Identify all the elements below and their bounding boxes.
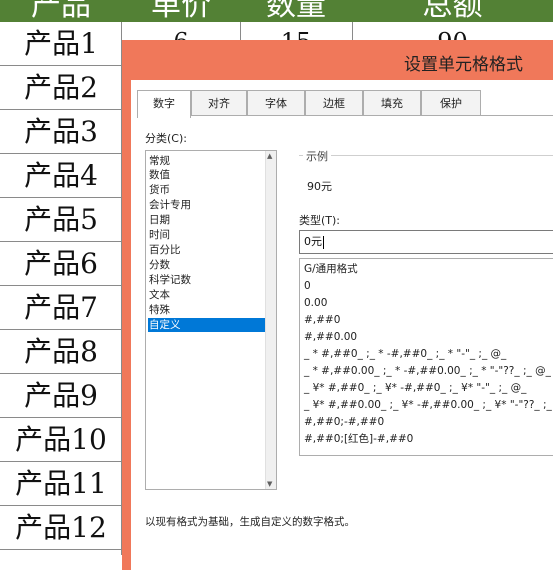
dialog-body: 数字 对齐 字体 边框 填充 保护 分类(C): 常规 数值 货币 会计专用 日… — [131, 80, 553, 570]
tab-border[interactable]: 边框 — [305, 90, 363, 116]
format-item[interactable]: #,##0;[红色]-#,##0 — [304, 431, 413, 447]
product-cell[interactable]: 产品1 — [0, 22, 122, 65]
scroll-up-icon[interactable]: ▲ — [267, 152, 272, 160]
format-cells-dialog: 设置单元格格式 数字 对齐 字体 边框 填充 保护 分类(C): 常规 数值 货… — [122, 40, 553, 570]
category-item-selected[interactable]: 自定义 — [148, 318, 267, 332]
product-cell[interactable]: 产品11 — [0, 462, 122, 505]
format-item[interactable]: #,##0;-#,##0 — [304, 414, 384, 430]
tab-protection[interactable]: 保护 — [421, 90, 481, 116]
header-total[interactable]: 总额 — [352, 0, 553, 22]
category-item[interactable]: 分数 — [148, 258, 267, 272]
type-label: 类型(T): — [299, 214, 341, 227]
product-cell[interactable]: 产品9 — [0, 374, 122, 417]
format-item[interactable]: 0.00 — [304, 295, 327, 311]
sample-value: 90元 — [307, 180, 332, 193]
format-item[interactable]: _ * #,##0_ ;_ * -#,##0_ ;_ * "-"_ ;_ @_ — [304, 346, 506, 362]
scroll-down-icon[interactable]: ▼ — [267, 480, 272, 488]
tab-alignment[interactable]: 对齐 — [191, 90, 247, 116]
product-cell[interactable]: 产品12 — [0, 506, 122, 549]
format-list[interactable]: G/通用格式 0 0.00 #,##0 #,##0.00 _ * #,##0_ … — [299, 258, 553, 456]
category-item[interactable]: 文本 — [148, 288, 267, 302]
category-item[interactable]: 数值 — [148, 168, 267, 182]
product-cell[interactable]: 产品6 — [0, 242, 122, 285]
format-item[interactable]: #,##0.00 — [304, 329, 357, 345]
category-list[interactable]: 常规 数值 货币 会计专用 日期 时间 百分比 分数 科学记数 文本 特殊 自定… — [145, 150, 277, 490]
category-scrollbar[interactable]: ▲ ▼ — [265, 151, 276, 489]
format-item[interactable]: _ * #,##0.00_ ;_ * -#,##0.00_ ;_ * "-"??… — [304, 363, 551, 379]
format-description: 以现有格式为基础，生成自定义的数字格式。 — [145, 516, 355, 528]
product-cell[interactable]: 产品8 — [0, 330, 122, 373]
text-caret — [323, 235, 324, 249]
format-item[interactable]: _ ¥* #,##0.00_ ;_ ¥* -#,##0.00_ ;_ ¥* "-… — [304, 397, 553, 413]
header-row: 产品 单价 数量 总额 — [0, 0, 553, 22]
category-item[interactable]: 时间 — [148, 228, 267, 242]
tab-number[interactable]: 数字 — [137, 90, 191, 118]
tab-fill[interactable]: 填充 — [363, 90, 421, 116]
product-cell[interactable]: 产品4 — [0, 154, 122, 197]
category-item[interactable]: 特殊 — [148, 303, 267, 317]
type-input-value: 0元 — [304, 235, 322, 248]
dialog-title: 设置单元格格式 — [404, 55, 523, 75]
category-item[interactable]: 科学记数 — [148, 273, 267, 287]
type-input[interactable]: 0元 — [299, 230, 553, 254]
header-price[interactable]: 单价 — [122, 0, 240, 22]
sample-label: 示例 — [303, 148, 331, 164]
category-item[interactable]: 日期 — [148, 213, 267, 227]
format-item[interactable]: G/通用格式 — [304, 261, 358, 277]
product-cell[interactable]: 产品7 — [0, 286, 122, 329]
tab-divider — [137, 115, 553, 116]
sample-group: 示例 90元 — [299, 148, 553, 206]
header-product[interactable]: 产品 — [0, 0, 122, 22]
category-label: 分类(C): — [145, 132, 187, 145]
category-item[interactable]: 常规 — [148, 154, 267, 168]
category-item[interactable]: 会计专用 — [148, 198, 267, 212]
category-item[interactable]: 货币 — [148, 183, 267, 197]
dialog-title-bar[interactable]: 设置单元格格式 — [122, 40, 553, 80]
category-item[interactable]: 百分比 — [148, 243, 267, 257]
format-item[interactable]: #,##0 — [304, 312, 340, 328]
header-qty[interactable]: 数量 — [240, 0, 352, 22]
format-item[interactable]: 0 — [304, 278, 311, 294]
product-cell[interactable]: 产品2 — [0, 66, 122, 109]
product-cell[interactable]: 产品3 — [0, 110, 122, 153]
tab-font[interactable]: 字体 — [247, 90, 305, 116]
product-cell[interactable]: 产品10 — [0, 418, 122, 461]
format-item[interactable]: _ ¥* #,##0_ ;_ ¥* -#,##0_ ;_ ¥* "-"_ ;_ … — [304, 380, 526, 396]
product-cell[interactable]: 产品5 — [0, 198, 122, 241]
